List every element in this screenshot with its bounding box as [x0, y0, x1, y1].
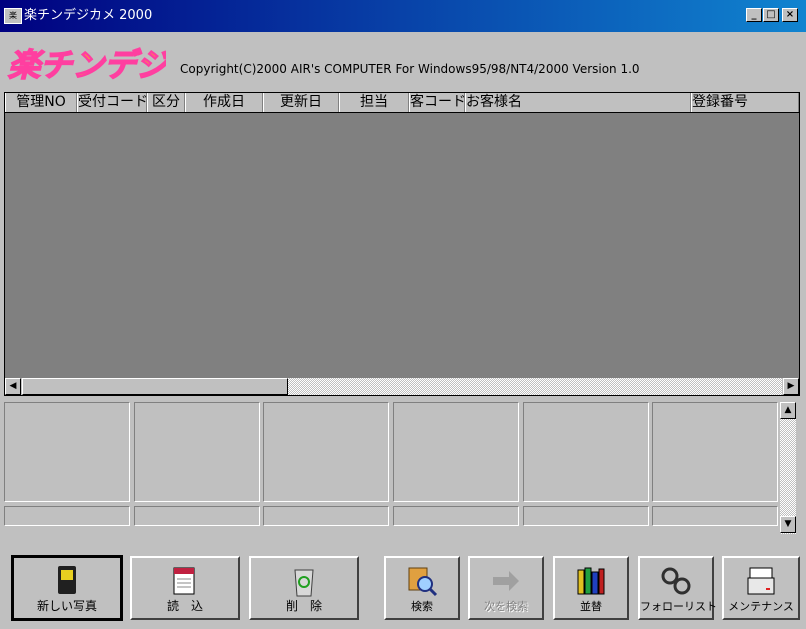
column-header-koushin-date[interactable]: 更新日 — [263, 93, 339, 112]
scroll-right-button[interactable]: ▶ — [783, 378, 799, 395]
recycle-bin-icon — [294, 569, 314, 597]
column-header-sakusei-date[interactable]: 作成日 — [185, 93, 263, 112]
copyright-text: Copyright(C)2000 AIR's COMPUTER For Wind… — [180, 62, 640, 76]
thumbnail-slot[interactable] — [523, 402, 649, 502]
thumbnail-slot[interactable] — [134, 402, 260, 502]
column-header-uketsuke-code[interactable]: 受付コード — [77, 93, 147, 112]
handcuffs-icon — [661, 567, 691, 595]
thumbnail-caption — [523, 506, 649, 526]
horizontal-scroll-track[interactable] — [288, 378, 782, 395]
search-label: 検索 — [411, 600, 433, 613]
thumbnail-panel — [4, 400, 800, 536]
sort-label: 並替 — [580, 600, 602, 613]
minimize-button[interactable]: _ — [746, 8, 762, 22]
arrow-right-icon — [493, 571, 519, 591]
maintenance-label: メンテナンス — [728, 600, 794, 613]
search-next-label: 次を検索 — [484, 600, 528, 613]
thumbnail-caption — [134, 506, 260, 526]
delete-button[interactable]: 削 除 — [249, 556, 359, 620]
printer-icon — [747, 567, 775, 595]
search-button[interactable]: 検索 — [384, 556, 460, 620]
notebook-icon — [173, 567, 195, 595]
scroll-up-button[interactable]: ▲ — [780, 402, 796, 419]
thumbnail-caption — [4, 506, 130, 526]
follow-list-button[interactable]: フォローリスト — [638, 556, 717, 620]
new-photo-label: 新しい写真 — [36, 599, 97, 613]
column-header-customer-name[interactable]: お客様名 — [465, 93, 691, 112]
load-button[interactable]: 読 込 — [130, 556, 240, 620]
column-header-tantou[interactable]: 担当 — [339, 93, 409, 112]
horizontal-scroll-thumb[interactable] — [22, 378, 288, 395]
thumbnail-caption — [393, 506, 519, 526]
scroll-left-button[interactable]: ◀ — [5, 378, 21, 395]
thumbnail-slot[interactable] — [263, 402, 389, 502]
maximize-button[interactable]: □ — [763, 8, 779, 22]
new-photo-button[interactable]: 新しい写真 — [11, 555, 123, 621]
close-button[interactable]: × — [782, 8, 798, 22]
thumbnail-slot[interactable] — [4, 402, 130, 502]
column-header-kanri-no[interactable]: 管理NO — [5, 93, 77, 112]
thumbnail-caption — [263, 506, 389, 526]
vertical-scrollbar[interactable]: ▲ ▼ — [780, 402, 796, 534]
title-bar: 楽 楽チンデジカメ 2000 _ □ × — [0, 0, 806, 32]
search-icon — [408, 567, 438, 597]
logo-text: 楽チンデジカメ — [8, 46, 166, 84]
scroll-down-button[interactable]: ▼ — [780, 516, 796, 533]
records-grid[interactable]: 管理NO 受付コード 区分 作成日 更新日 担当 客コード お客様名 登録番号 … — [4, 92, 800, 396]
grid-header: 管理NO 受付コード 区分 作成日 更新日 担当 客コード お客様名 登録番号 — [5, 93, 799, 113]
app-icon[interactable]: 楽 — [4, 8, 22, 24]
load-label: 読 込 — [166, 599, 203, 613]
column-header-kubun[interactable]: 区分 — [147, 93, 185, 112]
window-title: 楽チンデジカメ 2000 — [24, 8, 153, 23]
books-icon — [577, 567, 605, 595]
app-logo: 楽チンデジカメ — [7, 45, 166, 85]
memory-card-icon — [58, 566, 76, 594]
thumbnail-slot[interactable] — [393, 402, 519, 502]
column-header-kyaku-code[interactable]: 客コード — [409, 93, 465, 112]
search-next-button[interactable]: 次を検索 — [468, 556, 544, 620]
sort-button[interactable]: 並替 — [553, 556, 629, 620]
thumbnail-slot[interactable] — [652, 402, 778, 502]
column-header-touroku-no[interactable]: 登録番号 — [691, 93, 799, 112]
thumbnail-caption — [652, 506, 778, 526]
maintenance-button[interactable]: メンテナンス — [722, 556, 800, 620]
horizontal-scrollbar[interactable]: ◀ ▶ — [5, 378, 799, 395]
follow-list-label: フォローリスト — [640, 600, 717, 613]
delete-label: 削 除 — [285, 599, 322, 613]
